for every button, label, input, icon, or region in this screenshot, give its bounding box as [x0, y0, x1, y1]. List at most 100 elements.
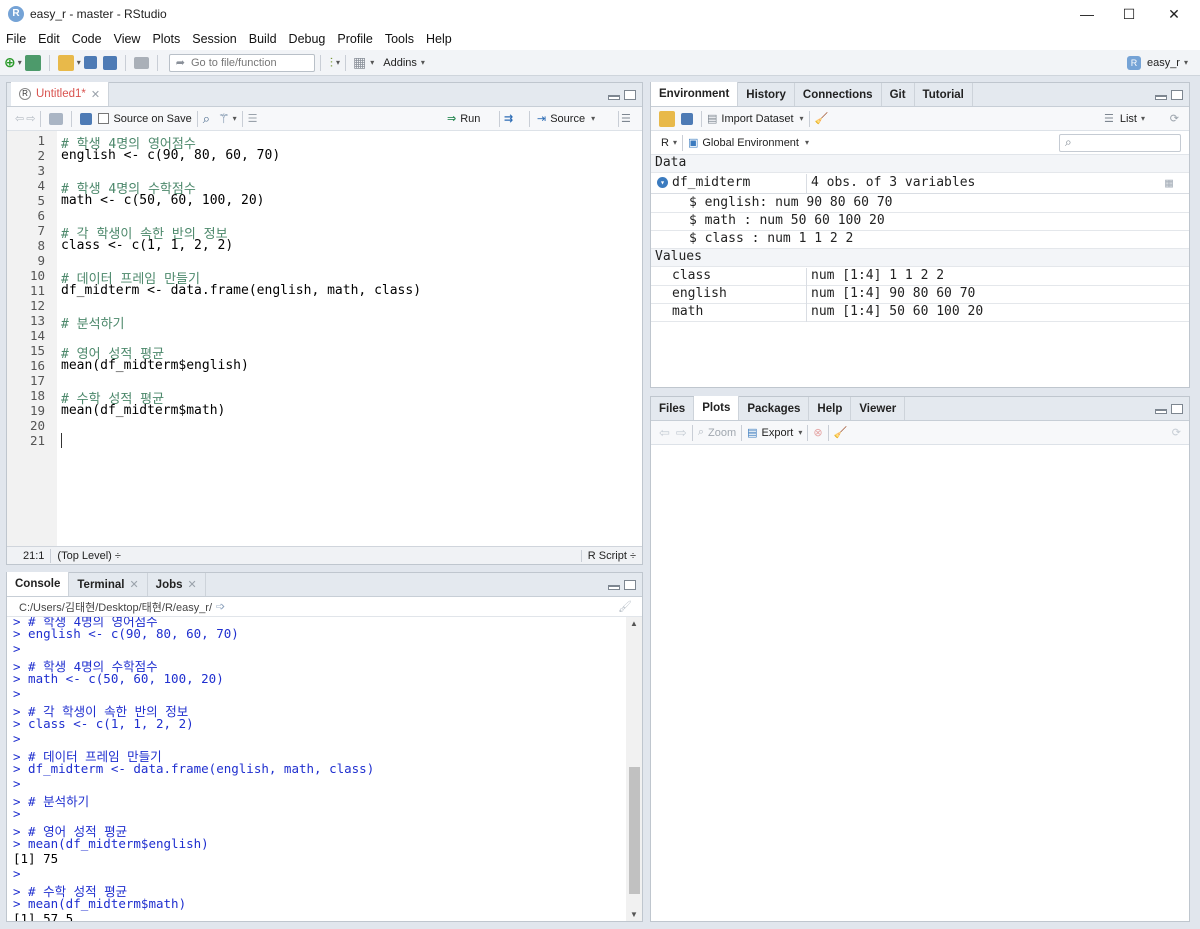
go-to-directory-icon[interactable]: ➩ [216, 600, 225, 613]
run-button[interactable]: ⇒ Run [447, 112, 480, 126]
value-row[interactable]: english num [1:4] 90 80 60 70 [651, 286, 1189, 304]
broom-icon[interactable]: 🧹 [834, 426, 848, 439]
go-to-file-input[interactable]: ➦ Go to file/function [168, 53, 315, 72]
df-row[interactable]: ▾ df_midterm 4 obs. of 3 variables ▦ [651, 174, 1189, 194]
minimize-pane-icon[interactable] [1155, 409, 1167, 414]
zoom-button[interactable]: Zoom [708, 427, 736, 439]
export-menu[interactable]: Export [762, 427, 794, 439]
tab-untitled1[interactable]: R Untitled1* ✕ [11, 82, 110, 106]
remove-plot-icon[interactable]: ⊗ [813, 426, 822, 439]
tab-jobs[interactable]: Jobs ✕ [148, 573, 206, 596]
environment-window-controls[interactable] [1155, 90, 1183, 100]
menu-build[interactable]: Build [244, 32, 282, 46]
refresh-icon[interactable]: ⟳ [1170, 112, 1179, 125]
new-file-icon[interactable]: ⊕ [4, 54, 16, 71]
scroll-down-icon[interactable]: ▼ [630, 910, 638, 919]
environment-selector[interactable]: Global Environment [702, 137, 799, 149]
console-scrollbar[interactable]: ▲ ▼ [626, 617, 642, 921]
chevron-down-icon[interactable]: ▾ [421, 58, 425, 67]
minimize-pane-icon[interactable] [608, 585, 620, 590]
next-plot-icon[interactable]: ⇨ [676, 425, 687, 441]
environment-search-input[interactable]: ⌕ [1059, 133, 1181, 152]
show-in-window-icon[interactable] [49, 112, 64, 125]
rerun-icon[interactable]: ⇉ [504, 112, 513, 125]
plots-window-controls[interactable] [1155, 404, 1183, 414]
minimize-pane-icon[interactable] [1155, 95, 1167, 100]
save-icon[interactable] [83, 56, 97, 69]
chevron-down-icon[interactable]: ▾ [798, 428, 802, 437]
chevron-down-icon[interactable]: ▾ [336, 58, 340, 67]
maximize-pane-icon[interactable] [624, 90, 636, 100]
menu-debug[interactable]: Debug [284, 32, 331, 46]
tab-tutorial[interactable]: Tutorial [915, 83, 973, 106]
tab-terminal[interactable]: Terminal ✕ [69, 573, 148, 596]
console-output[interactable]: > # 학생 4명의 영어점수 > english <- c(90, 80, 60… [7, 617, 626, 921]
save-workspace-icon[interactable] [681, 112, 693, 125]
document-outline-icon[interactable]: ☰ [621, 112, 631, 125]
close-tab-icon[interactable]: ✕ [188, 578, 197, 591]
back-arrow-icon[interactable]: ⇦ [15, 112, 24, 125]
chevron-down-icon[interactable]: ▾ [805, 138, 809, 147]
forward-arrow-icon[interactable]: ⇨ [26, 112, 35, 125]
menu-plots[interactable]: Plots [147, 32, 185, 46]
project-menu[interactable]: R easy_r ▾ [1126, 55, 1188, 70]
tab-viewer[interactable]: Viewer [851, 397, 906, 420]
clear-console-icon[interactable]: 🖌 [618, 600, 632, 613]
menu-view[interactable]: View [109, 32, 146, 46]
tab-files[interactable]: Files [651, 397, 695, 420]
maximize-pane-icon[interactable] [1171, 90, 1183, 100]
source-on-save-checkbox[interactable] [98, 113, 110, 124]
language-selector[interactable]: R [661, 137, 669, 149]
magic-wand-icon[interactable]: ⚚ [218, 111, 230, 127]
menu-session[interactable]: Session [187, 32, 241, 46]
close-button[interactable]: ✕ [1151, 0, 1197, 28]
chevron-down-icon[interactable]: ▾ [233, 114, 237, 123]
file-type-selector[interactable]: R Script ÷ [580, 549, 636, 562]
open-file-icon[interactable] [57, 54, 74, 71]
tab-help[interactable]: Help [809, 397, 852, 420]
search-icon[interactable]: ⌕ [203, 111, 210, 127]
print-icon[interactable] [133, 56, 149, 69]
refresh-icon[interactable]: ⟳ [1172, 426, 1181, 439]
menu-help[interactable]: Help [421, 32, 457, 46]
tab-plots[interactable]: Plots [694, 396, 740, 420]
view-mode-menu[interactable]: ☰ List ▾ [1104, 112, 1145, 126]
view-table-icon[interactable]: ▦ [1165, 176, 1173, 191]
menu-edit[interactable]: Edit [33, 32, 65, 46]
tab-git[interactable]: Git [882, 83, 915, 106]
vcs-icon[interactable]: ⫶ [330, 55, 333, 71]
addins-menu[interactable]: Addins [383, 57, 417, 69]
menu-code[interactable]: Code [67, 32, 107, 46]
chevron-down-icon[interactable]: ▾ [673, 138, 677, 147]
grid-layout-icon[interactable]: ▦ [353, 54, 366, 71]
minimize-pane-icon[interactable] [608, 95, 620, 100]
scrollbar-thumb[interactable] [629, 767, 640, 894]
chevron-down-icon[interactable]: ▾ [800, 114, 804, 123]
maximize-pane-icon[interactable] [624, 580, 636, 590]
import-dataset-menu[interactable]: Import Dataset [721, 113, 793, 125]
tab-console[interactable]: Console [7, 572, 70, 596]
menu-profile[interactable]: Profile [332, 32, 377, 46]
editor-window-controls[interactable] [608, 90, 636, 100]
value-row[interactable]: class num [1:4] 1 1 2 2 [651, 268, 1189, 286]
chevron-down-icon[interactable]: ▾ [18, 58, 22, 67]
source-button[interactable]: ⇥ Source ▾ [537, 112, 595, 126]
broom-icon[interactable]: 🧹 [815, 112, 829, 125]
tab-packages[interactable]: Packages [739, 397, 810, 420]
close-tab-icon[interactable]: ✕ [91, 88, 100, 101]
save-all-icon[interactable] [102, 55, 117, 70]
chevron-down-icon[interactable]: ▾ [77, 58, 81, 67]
tab-history[interactable]: History [738, 83, 795, 106]
chevron-down-icon[interactable]: ▾ [370, 58, 374, 67]
value-row[interactable]: math num [1:4] 50 60 100 20 [651, 304, 1189, 322]
zoom-icon[interactable]: ⌕ [698, 426, 704, 439]
maximize-pane-icon[interactable] [1171, 404, 1183, 414]
previous-plot-icon[interactable]: ⇦ [659, 425, 670, 441]
tab-connections[interactable]: Connections [795, 83, 882, 106]
close-tab-icon[interactable]: ✕ [129, 578, 138, 591]
scope-selector[interactable]: (Top Level) ÷ [57, 550, 121, 562]
minimize-button[interactable]: — [1064, 0, 1110, 28]
compile-report-icon[interactable]: ☰ [248, 112, 258, 125]
menu-tools[interactable]: Tools [380, 32, 419, 46]
maximize-button[interactable]: ☐ [1106, 0, 1152, 28]
